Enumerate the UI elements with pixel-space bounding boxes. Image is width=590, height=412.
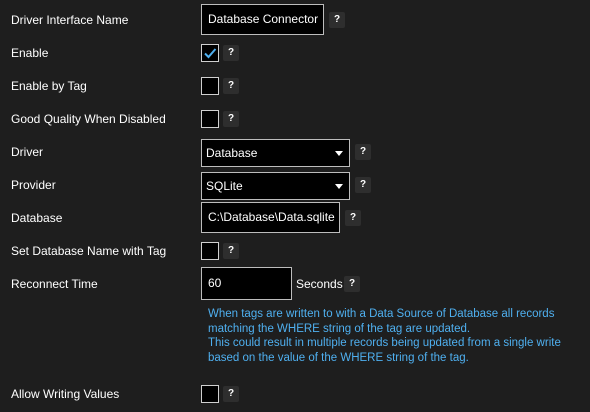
enable-by-tag-label: Enable by Tag (11, 79, 87, 93)
help-enable-by-tag-icon[interactable]: ? (223, 78, 239, 94)
help-enable-icon[interactable]: ? (223, 45, 239, 61)
database-label: Database (11, 211, 63, 225)
enable-label: Enable (11, 46, 49, 60)
allow-writing-label: Allow Writing Values (11, 387, 120, 401)
provider-select[interactable]: SQLite (201, 172, 350, 200)
driver-select-value: Database (206, 146, 258, 160)
help-driver-icon[interactable]: ? (355, 144, 371, 160)
allow-writing-checkbox[interactable] (201, 385, 219, 403)
driver-select[interactable]: Database (201, 139, 350, 167)
reconnect-time-label: Reconnect Time (11, 277, 98, 291)
provider-label: Provider (11, 178, 56, 192)
info-line: matching the WHERE string of the tag are… (208, 322, 471, 335)
good-quality-label: Good Quality When Disabled (11, 112, 166, 126)
enable-by-tag-checkbox[interactable] (201, 77, 219, 95)
driver-interface-name-label: Driver Interface Name (11, 13, 129, 27)
reconnect-time-unit: Seconds (296, 277, 343, 291)
info-line: When tags are written to with a Data Sou… (208, 308, 555, 320)
help-set-db-name-tag-icon[interactable]: ? (223, 243, 239, 259)
dropdown-arrow-icon (335, 184, 343, 189)
write-warning-note: When tags are written to with a Data Sou… (208, 307, 588, 365)
info-line: This could result in multiple records be… (208, 337, 561, 349)
check-icon (204, 48, 217, 59)
help-database-icon[interactable]: ? (345, 210, 361, 226)
dropdown-arrow-icon (335, 151, 343, 156)
help-provider-icon[interactable]: ? (355, 177, 371, 193)
help-allow-writing-icon[interactable]: ? (223, 386, 239, 402)
provider-select-value: SQLite (206, 179, 243, 193)
enable-checkbox[interactable] (201, 44, 219, 62)
set-db-name-tag-checkbox[interactable] (201, 242, 219, 260)
info-line: based on the value of the WHERE string o… (208, 351, 469, 364)
reconnect-time-input[interactable]: 60 (201, 267, 292, 300)
driver-interface-name-input[interactable]: Database Connector (201, 4, 324, 35)
set-db-name-tag-label: Set Database Name with Tag (11, 244, 167, 258)
database-input[interactable]: C:\Database\Data.sqlite (201, 202, 340, 233)
good-quality-checkbox[interactable] (201, 110, 219, 128)
help-driver-interface-name-icon[interactable]: ? (329, 12, 345, 28)
help-reconnect-time-icon[interactable]: ? (344, 276, 360, 292)
help-good-quality-icon[interactable]: ? (223, 111, 239, 127)
driver-label: Driver (11, 145, 43, 159)
